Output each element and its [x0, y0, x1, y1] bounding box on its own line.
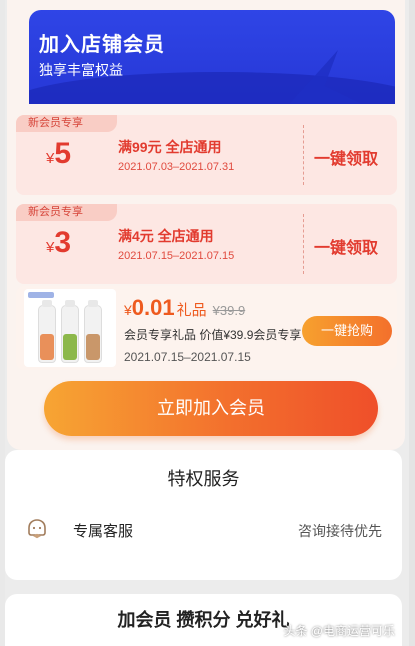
watermark-text: 头条 @电商运营可乐 — [283, 624, 395, 638]
customer-service-icon — [28, 519, 46, 539]
coupon-card: 新会员专享 ¥5 满99元 全店通用 2021.07.03–2021.07.31… — [16, 115, 397, 195]
coupon-value: 5 — [54, 137, 72, 170]
coupon-divider — [303, 214, 304, 274]
coupon-dates: 2021.07.03–2021.07.31 — [118, 161, 235, 173]
service-value: 咨询接待优先 — [298, 523, 382, 539]
member-card: 加入店铺会员 独享丰富权益 新会员专享 ¥5 满99元 全店通用 2021.07… — [7, 0, 405, 450]
right-edge — [409, 0, 415, 646]
coupon-condition: 满99元 全店通用 — [118, 139, 222, 155]
coupon-divider — [303, 125, 304, 185]
original-price: ¥39.9 — [212, 303, 246, 318]
page-title: 加入店铺会员 — [39, 34, 165, 56]
coupon-condition: 满4元 全店通用 — [118, 228, 214, 244]
coupon-dates: 2021.07.15–2021.07.15 — [118, 250, 235, 262]
product-image — [24, 289, 116, 367]
gift-label: 礼品 — [176, 302, 207, 319]
gift-product-card: ¥0.01 礼品 ¥39.9 会员专享礼品 价值¥39.9会员专享 2021.07.… — [16, 286, 397, 370]
join-member-button[interactable]: 立即加入会员 — [44, 381, 378, 436]
bottle-image — [61, 300, 79, 363]
page-subtitle: 独享丰富权益 — [39, 62, 123, 78]
coupon-amount: ¥5 — [46, 137, 71, 171]
privilege-section: 特权服务 专属客服 咨询接待优先 — [5, 450, 402, 580]
currency-symbol: ¥ — [124, 302, 132, 318]
claim-button[interactable]: 一键领取 — [314, 145, 378, 169]
bottle-image — [84, 300, 102, 363]
service-label: 专属客服 — [73, 523, 134, 540]
header-banner: 加入店铺会员 独享丰富权益 — [29, 10, 395, 104]
product-description: 会员专享礼品 价值¥39.9会员专享 — [124, 328, 302, 342]
coupon-card: 新会员专享 ¥3 满4元 全店通用 2021.07.15–2021.07.15 … — [16, 204, 397, 284]
buy-now-button[interactable]: 一键抢购 — [302, 316, 392, 346]
coupon-tag: 新会员专享 — [16, 115, 117, 132]
bottle-image — [38, 300, 56, 363]
coupon-tag: 新会员专享 — [16, 204, 117, 221]
product-price: ¥0.01 礼品 ¥39.9 — [124, 295, 245, 321]
product-dates: 2021.07.15–2021.07.15 — [124, 350, 251, 364]
price-value: 0.01 — [131, 295, 175, 320]
section-title: 特权服务 — [167, 469, 240, 489]
coupon-value: 3 — [54, 226, 72, 259]
coupon-amount: ¥3 — [46, 226, 71, 260]
claim-button[interactable]: 一键领取 — [314, 234, 378, 258]
brand-logo — [28, 292, 54, 298]
